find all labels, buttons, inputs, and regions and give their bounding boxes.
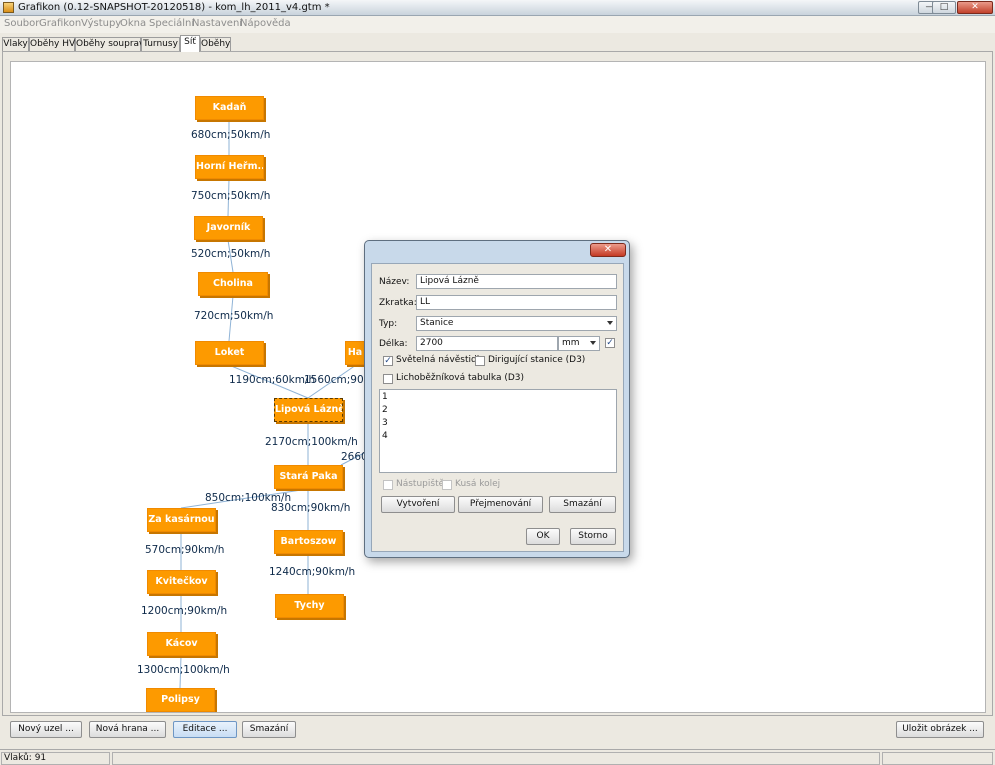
edge-label: 1240cm;90km/h — [269, 566, 356, 578]
odd-even-label: Lichoběžníková tabulka (D3) — [396, 373, 525, 383]
close-button[interactable]: ✕ — [957, 1, 993, 14]
menu-soubor[interactable]: Soubor — [4, 18, 39, 29]
track-list[interactable]: 1 2 3 4 — [379, 389, 617, 473]
signals-checkbox[interactable]: ✓ — [383, 356, 393, 366]
name-field[interactable]: Lipová Lázně — [416, 274, 617, 289]
create-track-button[interactable]: Vytvoření — [381, 496, 455, 513]
node-javornik[interactable]: Javorník — [194, 216, 263, 240]
menu-napoveda[interactable]: Nápověda — [240, 18, 291, 29]
new-edge-button[interactable]: Nová hrana ... — [89, 721, 166, 738]
edge-label: 720cm;50km/h — [194, 310, 274, 322]
node-loket[interactable]: Loket — [195, 341, 264, 365]
node-bartoszow[interactable]: Bartoszow — [274, 530, 343, 554]
bottom-toolbar: Nový uzel ... Nová hrana ... Editace ...… — [0, 716, 995, 748]
node-ha[interactable]: Ha — [345, 341, 365, 365]
length-unit-value: mm — [562, 338, 580, 348]
menu-bar: Soubor Grafikon Výstupy Okna Speciální N… — [0, 16, 995, 33]
length-label: Délka: — [379, 339, 408, 349]
save-image-button[interactable]: Uložit obrázek ... — [896, 721, 984, 738]
tab-obehy-hv[interactable]: Oběhy HV — [29, 37, 75, 52]
chevron-down-icon — [607, 321, 613, 325]
node-kacov[interactable]: Kácov — [147, 632, 216, 656]
delete-track-button[interactable]: Smazání — [549, 496, 616, 513]
status-extra — [882, 752, 993, 765]
tab-vlaky[interactable]: Vlaky — [2, 37, 29, 52]
signals-label: Světelná návěstidla — [396, 355, 485, 365]
node-stara-paka[interactable]: Stará Paka — [274, 465, 343, 489]
type-label: Typ: — [379, 319, 398, 329]
dialog-body: Název: Lipová Lázně Zkratka: LL Typ: Sta… — [371, 263, 624, 552]
dialog-close-button[interactable]: ✕ — [590, 243, 626, 257]
rename-track-button[interactable]: Přejmenování — [458, 496, 543, 513]
dispatch-label: Dirigující stanice (D3) — [488, 355, 586, 365]
dead-end-label: Kusá kolej — [455, 479, 501, 489]
type-select[interactable]: Stanice — [416, 316, 617, 331]
app-icon — [3, 2, 14, 13]
menu-okna[interactable]: Okna — [120, 18, 146, 29]
node-polipsy[interactable]: Polipsy — [146, 688, 215, 712]
edge-label: 1300cm;100km/h — [137, 664, 230, 676]
cancel-button[interactable]: Storno — [570, 528, 616, 545]
menu-vystupy[interactable]: Výstupy — [81, 18, 121, 29]
train-count: Vlaků: 91 — [1, 752, 110, 765]
dead-end-checkbox[interactable] — [442, 480, 452, 490]
node-lipova-lazne[interactable]: Lipová Lázně — [274, 398, 343, 422]
edge-label: 1200cm;90km/h — [141, 605, 228, 617]
list-item[interactable]: 1 — [382, 392, 388, 402]
node-cholina[interactable]: Cholina — [198, 272, 268, 296]
node-kadan[interactable]: Kadaň — [195, 96, 264, 120]
type-value: Stanice — [420, 318, 454, 328]
window-title: Grafikon (0.12-SNAPSHOT-20120518) - kom_… — [18, 2, 330, 13]
node-edit-dialog: ✕ Název: Lipová Lázně Zkratka: LL Typ: S… — [364, 240, 630, 558]
ok-button[interactable]: OK — [526, 528, 560, 545]
length-unit-select[interactable]: mm — [558, 336, 600, 351]
maximize-button[interactable]: □ — [932, 1, 956, 14]
platform-label: Nástupiště — [396, 479, 445, 489]
edge-label: 1190cm;60km/h — [229, 374, 316, 386]
node-horni-herm[interactable]: Horní Heřm... — [195, 155, 264, 179]
edge-label: 570cm;90km/h — [145, 544, 225, 556]
tab-obehy-souprav[interactable]: Oběhy souprav — [75, 37, 144, 52]
list-item[interactable]: 3 — [382, 418, 388, 428]
platform-checkbox[interactable] — [383, 480, 393, 490]
tab-obehy[interactable]: Oběhy — [200, 37, 231, 52]
node-za-kasarnou[interactable]: Za kasárnou — [147, 508, 216, 532]
new-node-button[interactable]: Nový uzel ... — [10, 721, 82, 738]
tab-sit[interactable]: Síť — [180, 35, 200, 52]
status-message — [112, 752, 880, 765]
status-bar: Vlaků: 91 — [0, 749, 995, 765]
edge-label: 2170cm;100km/h — [265, 436, 358, 448]
title-bar: Grafikon (0.12-SNAPSHOT-20120518) - kom_… — [0, 0, 995, 16]
length-checkbox[interactable]: ✓ — [605, 338, 615, 348]
length-field[interactable]: 2700 — [416, 336, 558, 351]
edge-label: 520cm;50km/h — [191, 248, 271, 260]
menu-grafikon[interactable]: Grafikon — [39, 18, 81, 29]
edge-label: 680cm;50km/h — [191, 129, 271, 141]
edit-button[interactable]: Editace ... — [173, 721, 237, 738]
node-tychy[interactable]: Tychy — [275, 594, 344, 618]
dispatch-checkbox[interactable] — [475, 356, 485, 366]
edge-label: 830cm;90km/h — [271, 502, 351, 514]
tab-turnusy[interactable]: Turnusy — [141, 37, 180, 52]
menu-specialni[interactable]: Speciální — [149, 18, 194, 29]
edge-label: 750cm;50km/h — [191, 190, 271, 202]
delete-button[interactable]: Smazání — [242, 721, 296, 738]
list-item[interactable]: 2 — [382, 405, 388, 415]
abbr-field[interactable]: LL — [416, 295, 617, 310]
abbr-label: Zkratka: — [379, 298, 417, 308]
menu-nastaveni[interactable]: Nastavení — [192, 18, 242, 29]
node-kviteckov[interactable]: Kvitečkov — [147, 570, 216, 594]
odd-even-checkbox[interactable] — [383, 374, 393, 384]
name-label: Název: — [379, 277, 410, 287]
chevron-down-icon — [590, 341, 596, 345]
tab-bar: Vlaky Oběhy HV Oběhy souprav Turnusy Síť… — [0, 34, 995, 52]
list-item[interactable]: 4 — [382, 431, 388, 441]
